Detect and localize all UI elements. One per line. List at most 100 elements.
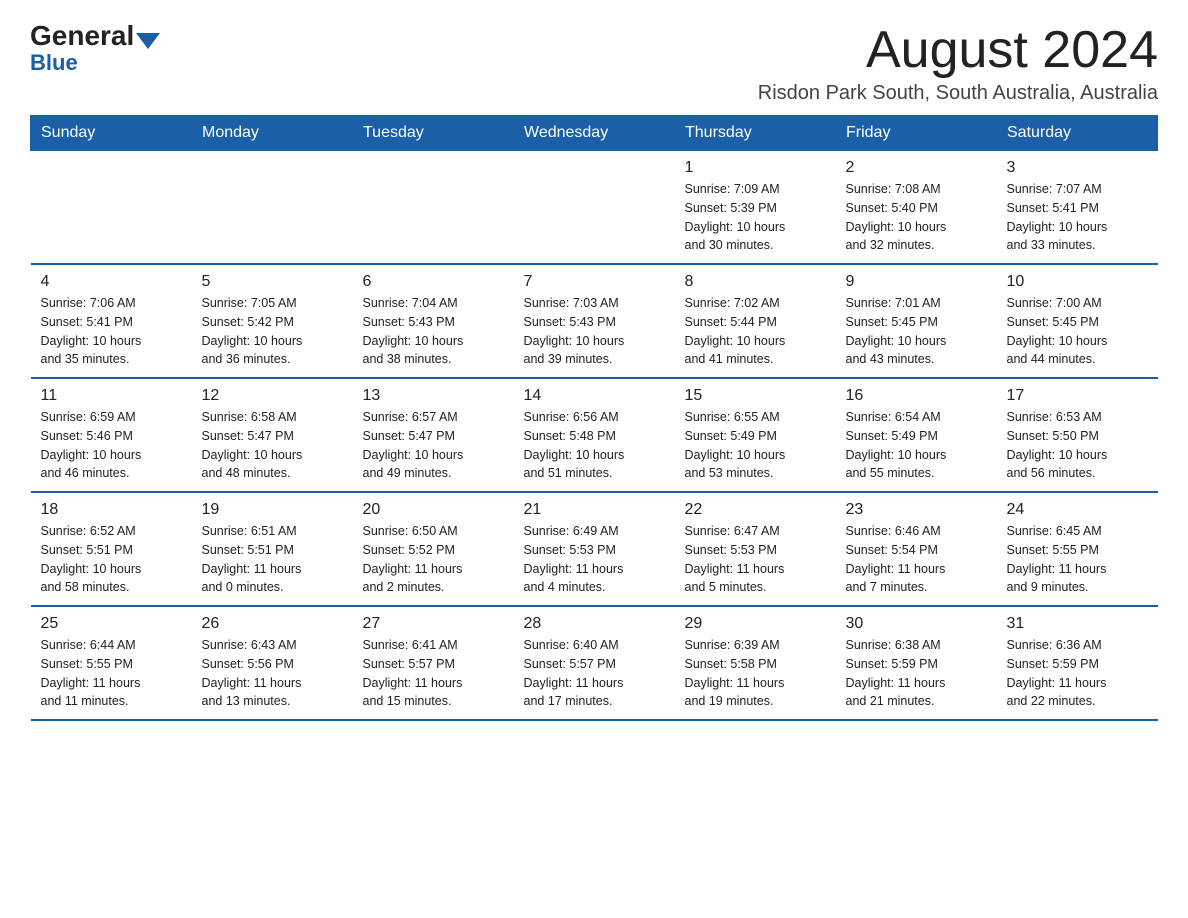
calendar-cell: 26Sunrise: 6:43 AM Sunset: 5:56 PM Dayli…	[192, 606, 353, 720]
calendar-week-row: 1 Sunrise: 7:09 AM Sunset: 5:39 PM Daylig…	[31, 151, 1158, 265]
day-info: Sunrise: 6:59 AM Sunset: 5:46 PM Dayligh…	[41, 408, 182, 483]
day-number: 13	[363, 387, 504, 405]
calendar-cell	[514, 151, 675, 265]
day-number: 31	[1007, 615, 1148, 633]
calendar-cell: 18 Sunrise: 6:52 AM Sunset: 5:51 PM Dayli…	[31, 492, 192, 606]
calendar-week-row: 4Sunrise: 7:06 AM Sunset: 5:41 PM Daylig…	[31, 264, 1158, 378]
day-info: Sunrise: 7:07 AM Sunset: 5:41 PM Dayligh…	[1007, 180, 1148, 255]
calendar-cell: 13 Sunrise: 6:57 AM Sunset: 5:47 PM Dayli…	[353, 378, 514, 492]
day-number: 5	[202, 273, 343, 291]
day-number: 16	[846, 387, 987, 405]
day-number: 21	[524, 501, 665, 519]
day-number: 11	[41, 387, 182, 405]
day-number: 1	[685, 159, 826, 177]
day-number: 14	[524, 387, 665, 405]
calendar-cell: 7 Sunrise: 7:03 AM Sunset: 5:43 PM Daylig…	[514, 264, 675, 378]
header-row: SundayMondayTuesdayWednesdayThursdayFrid…	[31, 116, 1158, 151]
calendar-cell: 21 Sunrise: 6:49 AM Sunset: 5:53 PM Dayli…	[514, 492, 675, 606]
header-cell-sunday: Sunday	[31, 116, 192, 151]
day-info: Sunrise: 6:46 AM Sunset: 5:54 PM Dayligh…	[846, 522, 987, 597]
calendar-cell: 4Sunrise: 7:06 AM Sunset: 5:41 PM Daylig…	[31, 264, 192, 378]
day-info: Sunrise: 7:09 AM Sunset: 5:39 PM Dayligh…	[685, 180, 826, 255]
day-number: 25	[41, 615, 182, 633]
day-number: 6	[363, 273, 504, 291]
day-info: Sunrise: 6:58 AM Sunset: 5:47 PM Dayligh…	[202, 408, 343, 483]
day-info: Sunrise: 6:38 AM Sunset: 5:59 PM Dayligh…	[846, 636, 987, 711]
calendar-cell: 29Sunrise: 6:39 AM Sunset: 5:58 PM Dayli…	[675, 606, 836, 720]
header-cell-wednesday: Wednesday	[514, 116, 675, 151]
calendar-cell: 5Sunrise: 7:05 AM Sunset: 5:42 PM Daylig…	[192, 264, 353, 378]
day-info: Sunrise: 7:00 AM Sunset: 5:45 PM Dayligh…	[1007, 294, 1148, 369]
calendar-cell: 16 Sunrise: 6:54 AM Sunset: 5:49 PM Dayli…	[836, 378, 997, 492]
month-title: August 2024	[758, 20, 1158, 80]
calendar-cell: 14Sunrise: 6:56 AM Sunset: 5:48 PM Dayli…	[514, 378, 675, 492]
day-number: 4	[41, 273, 182, 291]
day-number: 15	[685, 387, 826, 405]
day-info: Sunrise: 6:36 AM Sunset: 5:59 PM Dayligh…	[1007, 636, 1148, 711]
day-info: Sunrise: 6:44 AM Sunset: 5:55 PM Dayligh…	[41, 636, 182, 711]
calendar-cell: 10 Sunrise: 7:00 AM Sunset: 5:45 PM Dayli…	[997, 264, 1158, 378]
day-info: Sunrise: 6:40 AM Sunset: 5:57 PM Dayligh…	[524, 636, 665, 711]
day-number: 24	[1007, 501, 1148, 519]
day-number: 10	[1007, 273, 1148, 291]
day-info: Sunrise: 7:03 AM Sunset: 5:43 PM Dayligh…	[524, 294, 665, 369]
day-info: Sunrise: 6:41 AM Sunset: 5:57 PM Dayligh…	[363, 636, 504, 711]
day-number: 26	[202, 615, 343, 633]
day-number: 9	[846, 273, 987, 291]
calendar-cell: 28Sunrise: 6:40 AM Sunset: 5:57 PM Dayli…	[514, 606, 675, 720]
calendar-cell: 11 Sunrise: 6:59 AM Sunset: 5:46 PM Dayli…	[31, 378, 192, 492]
day-number: 17	[1007, 387, 1148, 405]
calendar-cell: 6 Sunrise: 7:04 AM Sunset: 5:43 PM Daylig…	[353, 264, 514, 378]
calendar-cell	[353, 151, 514, 265]
day-number: 12	[202, 387, 343, 405]
day-info: Sunrise: 6:45 AM Sunset: 5:55 PM Dayligh…	[1007, 522, 1148, 597]
calendar-cell: 1 Sunrise: 7:09 AM Sunset: 5:39 PM Daylig…	[675, 151, 836, 265]
calendar-week-row: 25 Sunrise: 6:44 AM Sunset: 5:55 PM Dayli…	[31, 606, 1158, 720]
logo-triangle-icon	[136, 33, 160, 49]
day-info: Sunrise: 6:57 AM Sunset: 5:47 PM Dayligh…	[363, 408, 504, 483]
calendar-cell: 24 Sunrise: 6:45 AM Sunset: 5:55 PM Dayli…	[997, 492, 1158, 606]
day-info: Sunrise: 6:55 AM Sunset: 5:49 PM Dayligh…	[685, 408, 826, 483]
day-info: Sunrise: 6:49 AM Sunset: 5:53 PM Dayligh…	[524, 522, 665, 597]
day-info: Sunrise: 7:01 AM Sunset: 5:45 PM Dayligh…	[846, 294, 987, 369]
day-number: 18	[41, 501, 182, 519]
logo-blue-text: Blue	[30, 50, 78, 76]
calendar-cell: 30Sunrise: 6:38 AM Sunset: 5:59 PM Dayli…	[836, 606, 997, 720]
day-number: 23	[846, 501, 987, 519]
calendar-cell: 9 Sunrise: 7:01 AM Sunset: 5:45 PM Daylig…	[836, 264, 997, 378]
header-cell-thursday: Thursday	[675, 116, 836, 151]
calendar-cell: 17Sunrise: 6:53 AM Sunset: 5:50 PM Dayli…	[997, 378, 1158, 492]
header-cell-saturday: Saturday	[997, 116, 1158, 151]
calendar-header: SundayMondayTuesdayWednesdayThursdayFrid…	[31, 116, 1158, 151]
day-number: 22	[685, 501, 826, 519]
calendar-cell: 19Sunrise: 6:51 AM Sunset: 5:51 PM Dayli…	[192, 492, 353, 606]
day-number: 27	[363, 615, 504, 633]
logo-general-text: General	[30, 20, 134, 51]
header-cell-monday: Monday	[192, 116, 353, 151]
calendar-week-row: 18 Sunrise: 6:52 AM Sunset: 5:51 PM Dayli…	[31, 492, 1158, 606]
calendar-cell: 8Sunrise: 7:02 AM Sunset: 5:44 PM Daylig…	[675, 264, 836, 378]
calendar-cell: 12 Sunrise: 6:58 AM Sunset: 5:47 PM Dayli…	[192, 378, 353, 492]
calendar-cell: 2Sunrise: 7:08 AM Sunset: 5:40 PM Daylig…	[836, 151, 997, 265]
day-info: Sunrise: 7:04 AM Sunset: 5:43 PM Dayligh…	[363, 294, 504, 369]
calendar-cell: 3 Sunrise: 7:07 AM Sunset: 5:41 PM Daylig…	[997, 151, 1158, 265]
logo: General Blue	[30, 20, 160, 76]
calendar-week-row: 11 Sunrise: 6:59 AM Sunset: 5:46 PM Dayli…	[31, 378, 1158, 492]
day-info: Sunrise: 6:50 AM Sunset: 5:52 PM Dayligh…	[363, 522, 504, 597]
calendar-cell: 22Sunrise: 6:47 AM Sunset: 5:53 PM Dayli…	[675, 492, 836, 606]
calendar-body: 1 Sunrise: 7:09 AM Sunset: 5:39 PM Daylig…	[31, 151, 1158, 721]
calendar-cell: 27 Sunrise: 6:41 AM Sunset: 5:57 PM Dayli…	[353, 606, 514, 720]
day-info: Sunrise: 6:54 AM Sunset: 5:49 PM Dayligh…	[846, 408, 987, 483]
calendar-cell	[31, 151, 192, 265]
calendar-cell: 25 Sunrise: 6:44 AM Sunset: 5:55 PM Dayli…	[31, 606, 192, 720]
day-info: Sunrise: 6:52 AM Sunset: 5:51 PM Dayligh…	[41, 522, 182, 597]
day-number: 3	[1007, 159, 1148, 177]
calendar-table: SundayMondayTuesdayWednesdayThursdayFrid…	[30, 115, 1158, 721]
day-number: 20	[363, 501, 504, 519]
header-cell-tuesday: Tuesday	[353, 116, 514, 151]
calendar-cell: 15 Sunrise: 6:55 AM Sunset: 5:49 PM Dayli…	[675, 378, 836, 492]
day-number: 8	[685, 273, 826, 291]
day-info: Sunrise: 6:51 AM Sunset: 5:51 PM Dayligh…	[202, 522, 343, 597]
header-cell-friday: Friday	[836, 116, 997, 151]
day-number: 7	[524, 273, 665, 291]
